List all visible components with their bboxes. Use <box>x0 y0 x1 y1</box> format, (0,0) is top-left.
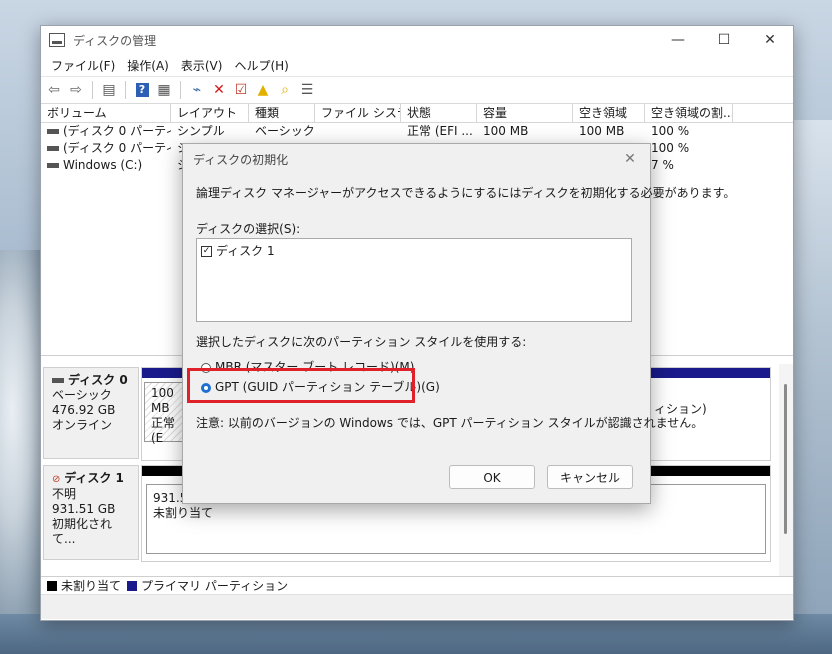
disk1-status: 初期化されて... <box>52 517 113 546</box>
cell-free-percent: 100 % <box>651 141 690 155</box>
disk-select-list[interactable]: ✓ ディスク 1 <box>196 238 632 322</box>
col-layout[interactable]: レイアウト <box>171 104 249 122</box>
minimize-button[interactable]: — <box>655 32 701 48</box>
disk1-item-label: ディスク 1 <box>216 244 275 258</box>
menu-action[interactable]: 操作(A) <box>121 57 175 74</box>
close-button[interactable]: ✕ <box>747 32 793 48</box>
list-item[interactable]: ✓ ディスク 1 <box>197 239 631 259</box>
col-free[interactable]: 空き領域 <box>573 104 645 122</box>
col-filesystem[interactable]: ファイル システム <box>315 104 401 122</box>
highlight-box <box>187 368 415 403</box>
forward-icon[interactable]: ⇨ <box>67 81 85 99</box>
table-row[interactable]: (ディスク 0 パーティシ... シンプル ベーシック 正常 (EFI ... … <box>41 123 793 140</box>
unallocated-status: 未割り当て <box>153 506 214 520</box>
dialog-intro: 論理ディスク マネージャーがアクセスできるようにするにはディスクを初期化する必要… <box>196 186 736 200</box>
disk1-type: 不明 <box>52 487 77 501</box>
toolbar: ⇦ ⇨ ▤ ? ▦ ⌁ ✕ ☑ ▲ ⌕ ☰ <box>41 77 793 104</box>
title-bar: ディスクの管理 — ☐ ✕ <box>41 26 793 54</box>
volume-table-header: ボリューム レイアウト 種類 ファイル システム 状態 容量 空き領域 空き領域… <box>41 104 793 123</box>
volume-icon <box>47 146 59 151</box>
disk1-size: 931.51 GB <box>52 502 116 516</box>
cancel-button[interactable]: キャンセル <box>547 465 633 489</box>
scrollbar-thumb[interactable] <box>784 384 787 534</box>
efi-status: 正常 (E <box>151 416 176 445</box>
search-folder-icon[interactable]: ⌕ <box>276 81 294 99</box>
col-volume[interactable]: ボリューム <box>41 104 171 122</box>
legend-unallocated: 未割り当て <box>61 579 122 593</box>
disk1-name: ディスク 1 <box>64 471 124 485</box>
folder-up-icon[interactable]: ▲ <box>254 81 272 99</box>
status-bar <box>41 594 793 619</box>
col-type[interactable]: 種類 <box>249 104 315 122</box>
dialog-title: ディスクの初期化 <box>193 152 289 167</box>
gpt-note: 注意: 以前のバージョンの Windows では、GPT パーティション スタイ… <box>196 416 704 430</box>
cell-filesystem <box>315 123 401 140</box>
cell-capacity: 100 MB <box>483 124 529 138</box>
cell-status: 正常 (EFI ... <box>407 124 473 138</box>
col-capacity[interactable]: 容量 <box>477 104 573 122</box>
initialize-disk-dialog: ディスクの初期化 ✕ 論理ディスク マネージャーがアクセスできるようにするにはデ… <box>182 143 735 504</box>
toolbar-separator <box>92 81 93 99</box>
disk0-type: ベーシック <box>52 388 112 402</box>
ok-button[interactable]: OK <box>449 465 535 489</box>
disk0-size: 476.92 GB <box>52 403 116 417</box>
style-label: 選択したディスクに次のパーティション スタイルを使用する: <box>196 335 527 349</box>
cell-free-percent: 7 % <box>651 158 674 172</box>
delete-icon[interactable]: ✕ <box>210 81 228 99</box>
disk-management-icon <box>49 33 65 47</box>
primary-swatch <box>127 580 138 591</box>
unallocated-swatch <box>47 580 57 591</box>
disk1-checkbox[interactable]: ✓ <box>201 246 212 257</box>
dialog-title-bar: ディスクの初期化 ✕ <box>183 144 650 174</box>
volume-icon <box>47 129 59 134</box>
show-pane-icon[interactable]: ▦ <box>155 81 173 99</box>
legend-primary: プライマリ パーティション <box>141 579 289 593</box>
help-icon[interactable]: ? <box>133 81 151 99</box>
disk-pane-scrollbar[interactable] <box>779 364 793 576</box>
disk0-name: ディスク 0 <box>68 373 128 387</box>
menu-bar: ファイル(F) 操作(A) 表示(V) ヘルプ(H) <box>41 54 793 77</box>
check-icon[interactable]: ☑ <box>232 81 250 99</box>
back-icon[interactable]: ⇦ <box>45 81 63 99</box>
menu-view[interactable]: 表示(V) <box>175 57 229 74</box>
disk-error-icon: ⊘ <box>52 474 61 485</box>
disk0-partition-right[interactable]: ィション) <box>648 382 738 442</box>
disk0-label[interactable]: ディスク 0 ベーシック 476.92 GB オンライン <box>43 367 139 459</box>
cell-free: 100 MB <box>579 124 625 138</box>
cell-layout: シンプル <box>177 124 225 138</box>
disk-icon <box>52 378 64 383</box>
cell-volume: (ディスク 0 パーティシ... <box>63 124 171 138</box>
toolbar-separator <box>180 81 181 99</box>
cell-free-percent: 100 % <box>651 124 690 138</box>
cell-type: ベーシック <box>255 124 315 138</box>
cell-volume: Windows (C:) <box>63 158 143 172</box>
list-icon[interactable]: ☰ <box>298 81 316 99</box>
dialog-close-button[interactable]: ✕ <box>610 151 650 167</box>
disk-select-label: ディスクの選択(S): <box>196 222 301 236</box>
disk1-label[interactable]: ⊘ ディスク 1 不明 931.51 GB 初期化されて... <box>43 465 139 560</box>
connect-icon[interactable]: ⌁ <box>188 81 206 99</box>
maximize-button[interactable]: ☐ <box>701 32 747 48</box>
col-status[interactable]: 状態 <box>401 104 477 122</box>
col-free-percent[interactable]: 空き領域の割... <box>645 104 733 122</box>
volume-icon <box>47 163 59 168</box>
window-title: ディスクの管理 <box>73 33 157 48</box>
properties-icon[interactable]: ▤ <box>100 81 118 99</box>
menu-file[interactable]: ファイル(F) <box>45 57 121 74</box>
cell-volume: (ディスク 0 パーティシ... <box>63 141 171 155</box>
toolbar-separator <box>125 81 126 99</box>
menu-help[interactable]: ヘルプ(H) <box>228 57 294 74</box>
efi-size: 100 MB <box>151 386 174 415</box>
disk0-status: オンライン <box>52 418 113 432</box>
legend: 未割り当て プライマリ パーティション <box>41 576 793 594</box>
